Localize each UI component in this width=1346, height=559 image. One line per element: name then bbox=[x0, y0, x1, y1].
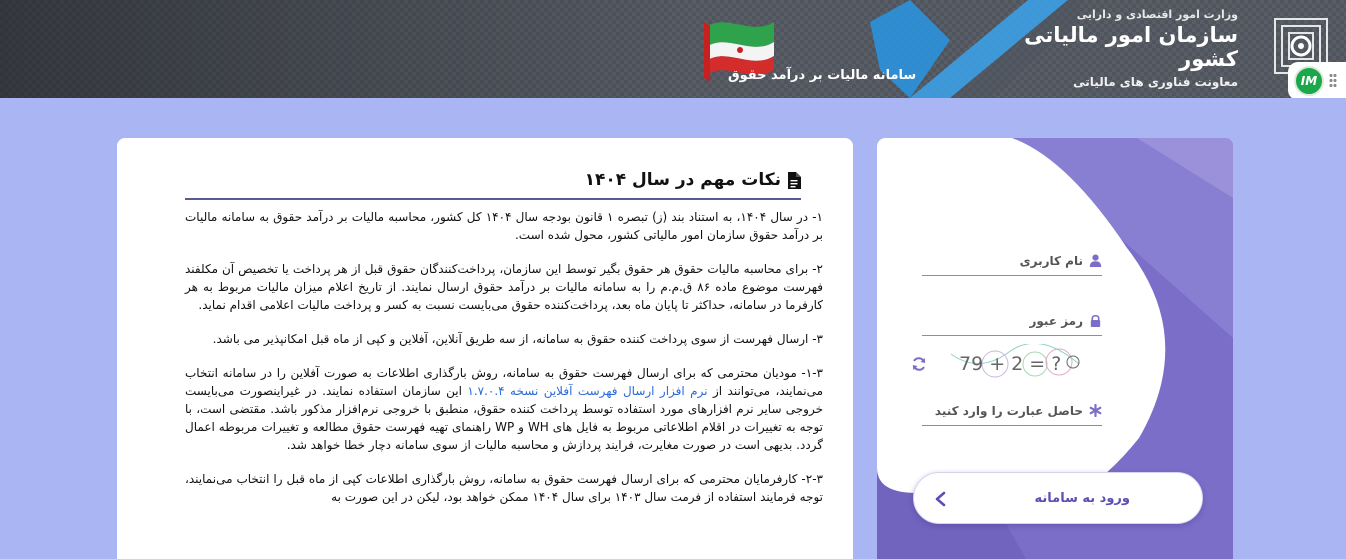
login-button-label: ورود به سامانه bbox=[1034, 490, 1131, 506]
drag-dots-icon[interactable] bbox=[1329, 73, 1337, 89]
asterisk-icon bbox=[1089, 404, 1102, 417]
lock-icon bbox=[1090, 314, 1101, 327]
note-item-3-1: ۱-۳- مودیان محترمی که برای ارسال فهرست ح… bbox=[185, 364, 823, 454]
username-label: نام کاربری bbox=[1019, 253, 1083, 268]
login-panel: نام کاربری رمز عبور 79 + 2 = ? حاصل عبار bbox=[877, 138, 1233, 559]
system-title: سامانه مالیات بر درآمد حقوق bbox=[728, 68, 917, 83]
ministry-name: وزارت امور اقتصادی و دارایی bbox=[1076, 8, 1238, 21]
notes-title: نکات مهم در سال ۱۴۰۴ bbox=[584, 170, 781, 190]
header-shade bbox=[0, 0, 700, 98]
important-notes-card: نکات مهم در سال ۱۴۰۴ ۱- در سال ۱۴۰۴، به … bbox=[117, 138, 853, 559]
badge-logo: IM bbox=[1294, 66, 1324, 96]
user-icon bbox=[1089, 254, 1102, 267]
password-field[interactable]: رمز عبور bbox=[922, 306, 1102, 336]
note-item-3-2: ۲-۳- کارفرمایان محترمی که برای ارسال فهر… bbox=[185, 472, 823, 504]
deputy-name: معاونت فناوری های مالیاتی bbox=[1073, 75, 1238, 89]
username-field[interactable]: نام کاربری bbox=[922, 246, 1102, 276]
note-item-3: ۳- ارسال فهرست از سوی پرداخت کننده حقوق … bbox=[212, 332, 823, 346]
captcha-answer-field[interactable]: حاصل عبارت را وارد کنید bbox=[922, 396, 1102, 426]
document-icon bbox=[788, 171, 801, 189]
captcha-answer-label: حاصل عبارت را وارد کنید bbox=[934, 403, 1083, 418]
captcha-image: 79 + 2 = ? bbox=[950, 344, 1080, 378]
notes-title-row: نکات مهم در سال ۱۴۰۴ bbox=[185, 170, 801, 200]
app-badge[interactable]: IM bbox=[1288, 62, 1346, 98]
offline-software-link[interactable]: نرم افزار ارسال فهرست آفلاین نسخه ۱.۷.۰.… bbox=[467, 384, 707, 398]
login-button[interactable]: ورود به سامانه bbox=[913, 472, 1203, 524]
organization-title-block: وزارت امور اقتصادی و دارایی سازمان امور … bbox=[978, 8, 1238, 89]
password-label: رمز عبور bbox=[1029, 313, 1083, 328]
note-item-1: ۱- در سال ۱۴۰۴، به استناد بند (ز) تبصره … bbox=[185, 210, 823, 242]
note-item-2: ۲- برای محاسبه مالیات حقوق هر حقوق بگیر … bbox=[185, 262, 823, 312]
captcha-text: 79 + 2 = ? bbox=[959, 353, 1061, 375]
organization-name: سازمان امور مالیاتی کشور bbox=[1024, 23, 1238, 71]
refresh-icon[interactable] bbox=[911, 356, 927, 372]
chevron-left-icon bbox=[935, 491, 946, 507]
notes-list: ۱- در سال ۱۴۰۴، به استناد بند (ز) تبصره … bbox=[185, 208, 823, 506]
site-header: وزارت امور اقتصادی و دارایی سازمان امور … bbox=[0, 0, 1346, 98]
